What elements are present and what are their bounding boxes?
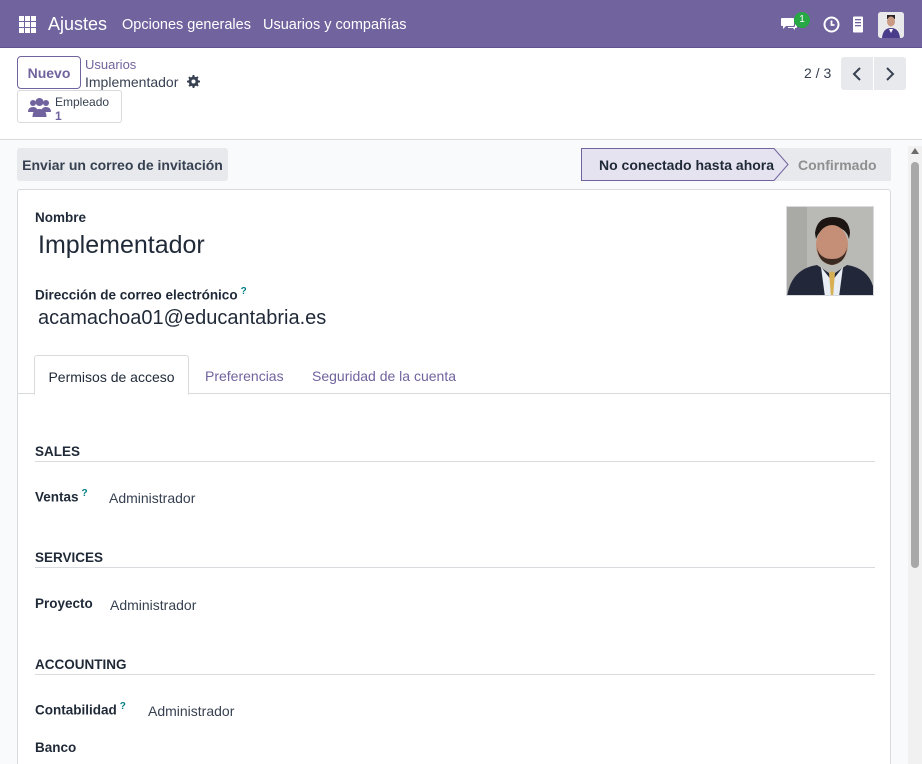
employee-smart-button[interactable]: Empleado 1 bbox=[17, 90, 122, 123]
tab-access-permissions[interactable]: Permisos de acceso bbox=[34, 355, 189, 395]
status-not-connected-label: No conectado hasta ahora bbox=[599, 157, 775, 173]
gear-icon[interactable] bbox=[187, 75, 200, 88]
field-proyecto-value[interactable]: Administrador bbox=[110, 597, 196, 613]
phone-icon[interactable] bbox=[852, 16, 864, 33]
apps-grid-icon[interactable] bbox=[19, 16, 36, 33]
email-field[interactable]: acamachoa01@educantabria.es bbox=[38, 307, 326, 330]
chevron-right-icon bbox=[886, 66, 895, 81]
name-label: Nombre bbox=[35, 210, 87, 225]
status-confirmed-label: Confirmado bbox=[798, 157, 877, 173]
field-proyecto-label: Proyecto bbox=[35, 596, 93, 611]
status-confirmed[interactable]: Confirmado bbox=[774, 148, 891, 181]
breadcrumb-parent-link[interactable]: Usuarios bbox=[85, 57, 136, 72]
send-invitation-button[interactable]: Enviar un correo de invitación bbox=[17, 148, 228, 181]
form-content: Enviar un correo de invitación Confirmad… bbox=[0, 140, 922, 764]
email-help-icon[interactable]: ? bbox=[241, 286, 247, 297]
scroll-thumb[interactable] bbox=[911, 162, 919, 568]
control-panel: Nuevo Usuarios Implementador Empleado 1 … bbox=[0, 48, 922, 140]
section-sales: SALES bbox=[35, 444, 875, 462]
pager-value[interactable]: 2 / 3 bbox=[804, 65, 831, 81]
pager-previous-button[interactable] bbox=[841, 57, 873, 90]
user-photo[interactable] bbox=[786, 206, 874, 296]
form-tabs: Permisos de acceso Preferencias Segurida… bbox=[18, 355, 890, 395]
chat-badge: 1 bbox=[794, 12, 810, 28]
clock-icon[interactable] bbox=[823, 16, 840, 33]
email-label-text: Dirección de correo electrónico bbox=[35, 287, 238, 303]
breadcrumb-current: Implementador bbox=[85, 74, 179, 90]
chevron-left-icon bbox=[852, 66, 861, 81]
name-field[interactable]: Implementador bbox=[38, 231, 205, 260]
top-navbar: Ajustes Opciones generales Usuarios y co… bbox=[0, 0, 922, 48]
section-accounting: ACCOUNTING bbox=[35, 657, 875, 675]
tab-account-security[interactable]: Seguridad de la cuenta bbox=[312, 355, 456, 394]
field-ventas-label: Ventas? bbox=[35, 488, 88, 505]
contabilidad-help-icon[interactable]: ? bbox=[120, 701, 126, 712]
field-contabilidad-label: Contabilidad? bbox=[35, 701, 126, 718]
smart-button-label: Empleado bbox=[55, 95, 110, 109]
section-services: SERVICES bbox=[35, 550, 875, 568]
form-sheet: Nombre Implementador Dirección de correo… bbox=[17, 189, 891, 764]
field-ventas-value[interactable]: Administrador bbox=[109, 490, 195, 506]
email-label: Dirección de correo electrónico? bbox=[35, 286, 247, 303]
field-contabilidad-value[interactable]: Administrador bbox=[148, 703, 234, 719]
field-contabilidad-text: Contabilidad bbox=[35, 702, 117, 718]
users-icon bbox=[28, 98, 51, 117]
status-not-connected[interactable]: No conectado hasta ahora bbox=[581, 148, 789, 181]
scroll-up-arrow-icon[interactable] bbox=[911, 148, 919, 154]
field-banco-label: Banco bbox=[35, 740, 77, 755]
menu-usuarios-companias[interactable]: Usuarios y compañías bbox=[263, 17, 406, 33]
new-button[interactable]: Nuevo bbox=[17, 56, 81, 89]
smart-button-count: 1 bbox=[55, 109, 62, 123]
field-ventas-text: Ventas bbox=[35, 489, 79, 505]
vertical-scrollbar[interactable] bbox=[908, 146, 922, 764]
menu-opciones-generales[interactable]: Opciones generales bbox=[122, 17, 251, 33]
tab-preferences[interactable]: Preferencias bbox=[205, 355, 284, 394]
ventas-help-icon[interactable]: ? bbox=[82, 488, 88, 499]
pager-next-button[interactable] bbox=[874, 57, 906, 90]
app-brand[interactable]: Ajustes bbox=[48, 14, 107, 35]
user-avatar[interactable] bbox=[878, 12, 904, 38]
